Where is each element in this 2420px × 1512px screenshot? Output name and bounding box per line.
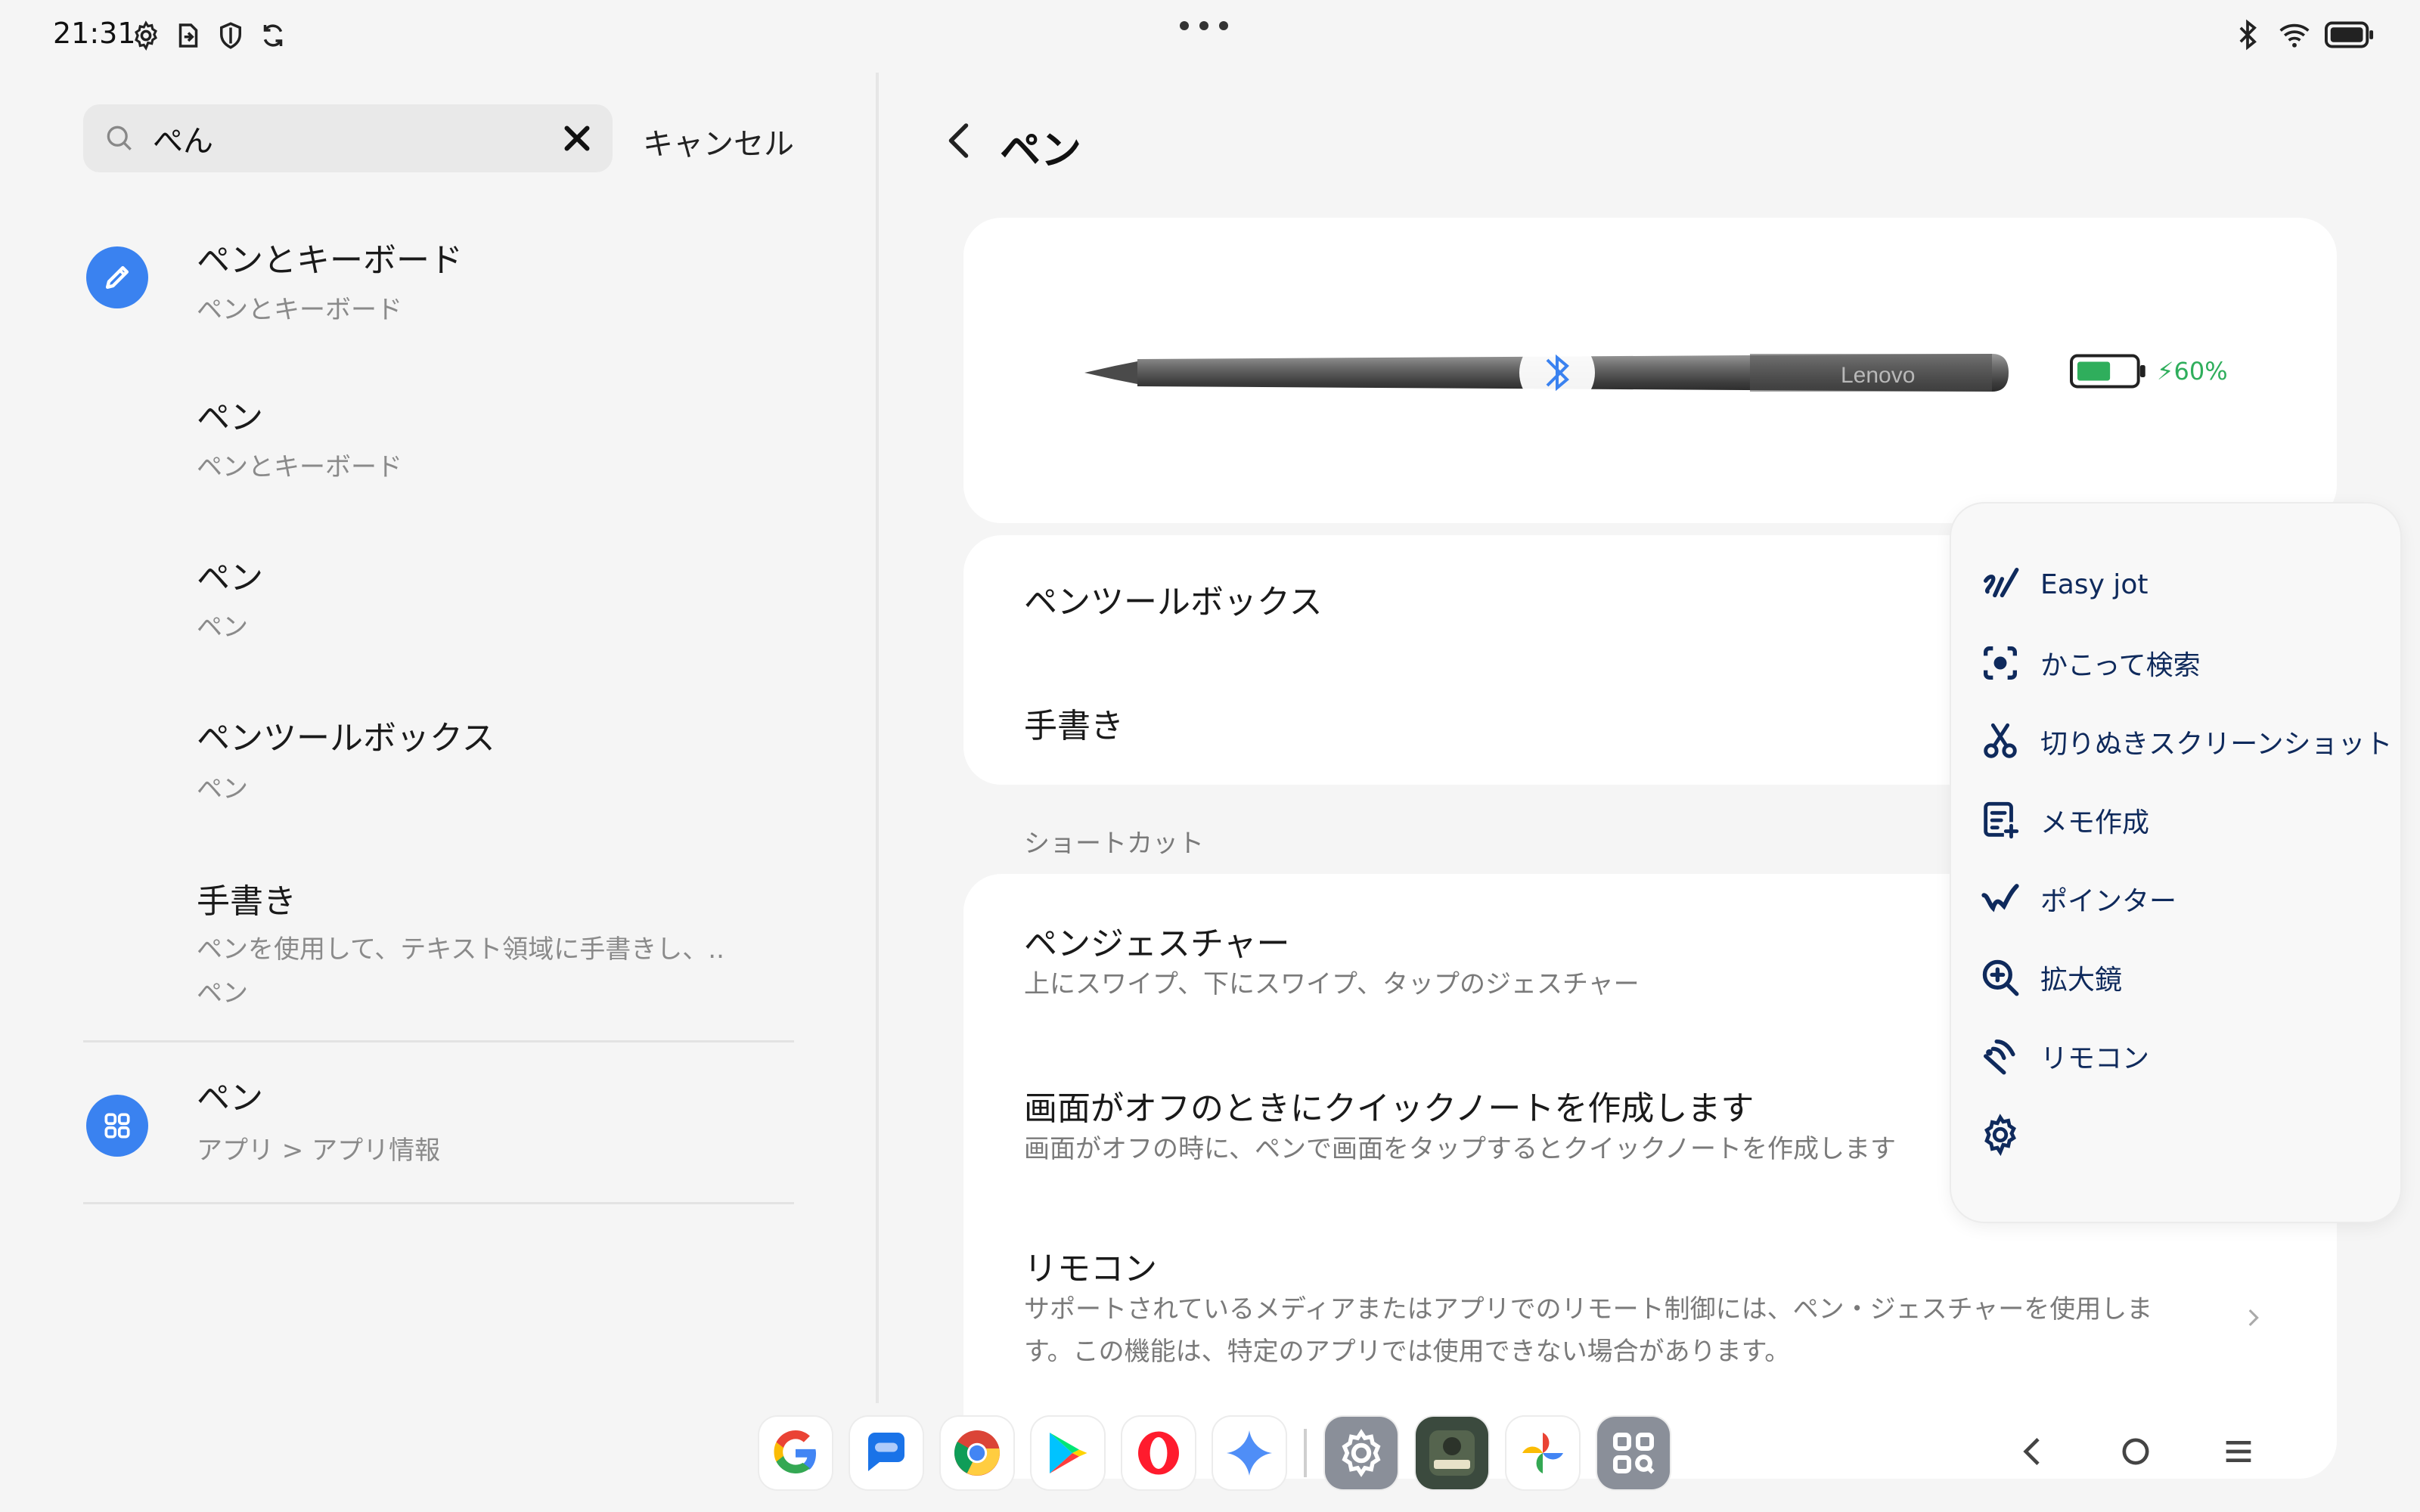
row-subtitle: 上にスワイプ、下にスワイプ、タップのジェスチャー <box>1024 969 1640 999</box>
result-subtitle: ペンとキーボード <box>197 452 402 482</box>
bluetooth-icon <box>2239 19 2257 51</box>
nav-buttons <box>2012 1430 2260 1473</box>
dock-separator <box>1304 1429 1307 1477</box>
clear-search-icon[interactable] <box>560 121 594 156</box>
handwriting-row[interactable]: 手書き <box>1024 699 1124 747</box>
circle-search-icon <box>1984 646 2017 680</box>
chevron-right-icon <box>2248 1309 2259 1327</box>
result-subtitle-path: ペン <box>197 978 248 1009</box>
back-arrow-icon[interactable] <box>938 118 983 163</box>
photos-icon[interactable] <box>1506 1417 1579 1489</box>
popup-item-create-note[interactable]: メモ作成 <box>1978 794 2402 847</box>
divider <box>83 1202 794 1204</box>
remote-icon <box>1984 1040 2015 1075</box>
pen-toolbox-popup: Easy jot かこって検索 切りぬきスクリーンショット メモ作成 ポインター… <box>1951 503 2400 1222</box>
popup-item-settings[interactable] <box>1978 1108 2402 1161</box>
pencil-icon <box>86 246 148 308</box>
result-title: ペンとキーボード <box>197 241 463 280</box>
pen-battery-icon <box>2070 354 2145 389</box>
search-result[interactable]: ペン ペン <box>83 541 794 692</box>
opera-icon[interactable] <box>1122 1417 1195 1489</box>
pen-toolbox-row[interactable]: ペンツールボックス <box>1024 575 1323 623</box>
divider <box>83 1040 794 1043</box>
popup-item-crop-screenshot[interactable]: 切りぬきスクリーンショット <box>1978 715 2402 768</box>
cancel-button[interactable]: キャンセル <box>643 119 794 163</box>
gemini-icon[interactable] <box>1213 1417 1286 1489</box>
magnifier-icon <box>1982 959 2019 996</box>
popup-item-easy-jot[interactable]: Easy jot <box>1978 558 2402 611</box>
row-subtitle: 画面がオフの時に、ペンで画面をタップするとクイックノートを作成します <box>1024 1134 1896 1164</box>
google-icon[interactable] <box>759 1417 832 1489</box>
app-dock <box>759 1417 1670 1489</box>
battery-icon <box>2325 21 2374 48</box>
popup-item-magnifier[interactable]: 拡大鏡 <box>1978 951 2402 1004</box>
result-title: ペン <box>197 1079 263 1117</box>
result-subtitle: ペンとキーボード <box>197 295 402 325</box>
pen-brand-label: Lenovo <box>1841 363 1915 388</box>
taskbar <box>0 1403 2420 1512</box>
remote-control-row[interactable]: リモコン サポートされているメディアまたはアプリでのリモート制御には、ペン・ジェ… <box>963 1199 2337 1426</box>
call-of-duty-icon[interactable] <box>1416 1417 1488 1489</box>
search-result[interactable]: 手書き ペンを使用して、テキスト領域に手書きし、.. ペン <box>83 859 794 1033</box>
back-icon[interactable] <box>2012 1430 2054 1473</box>
search-icon <box>107 125 132 150</box>
shield-icon <box>220 22 241 49</box>
note-add-icon <box>1984 801 2019 839</box>
home-icon[interactable] <box>2114 1430 2157 1473</box>
pen-battery-percent: ⚡60% <box>2157 357 2228 386</box>
apps-grid-icon <box>86 1095 148 1157</box>
result-title: 手書き <box>197 882 296 921</box>
popup-item-circle-search[interactable]: かこって検索 <box>1978 637 2402 689</box>
result-subtitle: ペンを使用して、テキスト領域に手書きし、.. <box>197 934 724 965</box>
menu-icon[interactable] <box>2217 1430 2260 1473</box>
result-subtitle: アプリ > アプリ情報 <box>197 1136 441 1166</box>
play-store-icon[interactable] <box>1032 1417 1104 1489</box>
result-title: ペン <box>197 559 263 597</box>
row-subtitle-line2: す。この機能は、特定のアプリでは使用できない場合があります。 <box>1024 1337 1791 1367</box>
settings-app-icon[interactable] <box>1325 1417 1398 1489</box>
screen-cast-icon <box>178 23 198 48</box>
row-title: 画面がオフのときにクイックノートを作成します <box>1024 1089 1754 1128</box>
easy-jot-icon <box>1984 568 2019 598</box>
section-label-shortcut: ショートカット <box>1024 829 1204 859</box>
search-input[interactable] <box>153 118 546 159</box>
pen-illustration: Lenovo <box>1084 335 2009 411</box>
status-icons-right <box>2231 18 2375 51</box>
result-title: ペンツールボックス <box>197 719 495 758</box>
row-subtitle: サポートされているメディアまたはアプリでのリモート制御には、ペン・ジェスチャーを… <box>1024 1294 2153 1325</box>
multitask-dots-icon[interactable] <box>1180 21 1228 30</box>
settings-icon <box>1984 1114 2016 1157</box>
app-grid-search-icon[interactable] <box>1597 1417 1670 1489</box>
search-result[interactable]: ペンツールボックス ペン <box>83 700 794 851</box>
result-subtitle: ペン <box>197 612 248 643</box>
wifi-icon <box>2279 23 2310 48</box>
search-pane: キャンセル ペンとキーボード ペンとキーボード ペン ペンとキーボード ペン ペ… <box>0 73 876 1391</box>
search-box[interactable] <box>83 104 613 172</box>
scissors-icon <box>1984 723 2017 758</box>
search-result[interactable]: ペンとキーボード ペンとキーボード <box>83 224 794 375</box>
row-title: ペンジェスチャー <box>1024 925 1290 963</box>
pointer-icon <box>1981 884 2019 912</box>
result-title: ペン <box>197 398 263 437</box>
pen-battery: ⚡60% <box>2068 352 2228 390</box>
status-bar: 21:31 <box>0 0 2420 73</box>
status-icons-left <box>130 20 289 51</box>
result-subtitle: ペン <box>197 774 248 804</box>
page-title: ペン <box>1000 126 1081 174</box>
search-result[interactable]: ペン ペンとキーボード <box>83 383 794 534</box>
row-title: リモコン <box>1024 1250 1157 1288</box>
sync-icon <box>263 24 283 47</box>
settings-gear-icon <box>135 20 157 51</box>
pen-status-card: Lenovo ⚡60% <box>963 218 2337 523</box>
popup-item-pointer[interactable]: ポインター <box>1978 872 2402 925</box>
status-time: 21:31 <box>53 17 136 50</box>
chrome-icon[interactable] <box>941 1417 1013 1489</box>
search-result[interactable]: ペン アプリ > アプリ情報 <box>83 1055 794 1199</box>
messages-icon[interactable] <box>850 1417 923 1489</box>
popup-item-remote[interactable]: リモコン <box>1978 1030 2402 1083</box>
